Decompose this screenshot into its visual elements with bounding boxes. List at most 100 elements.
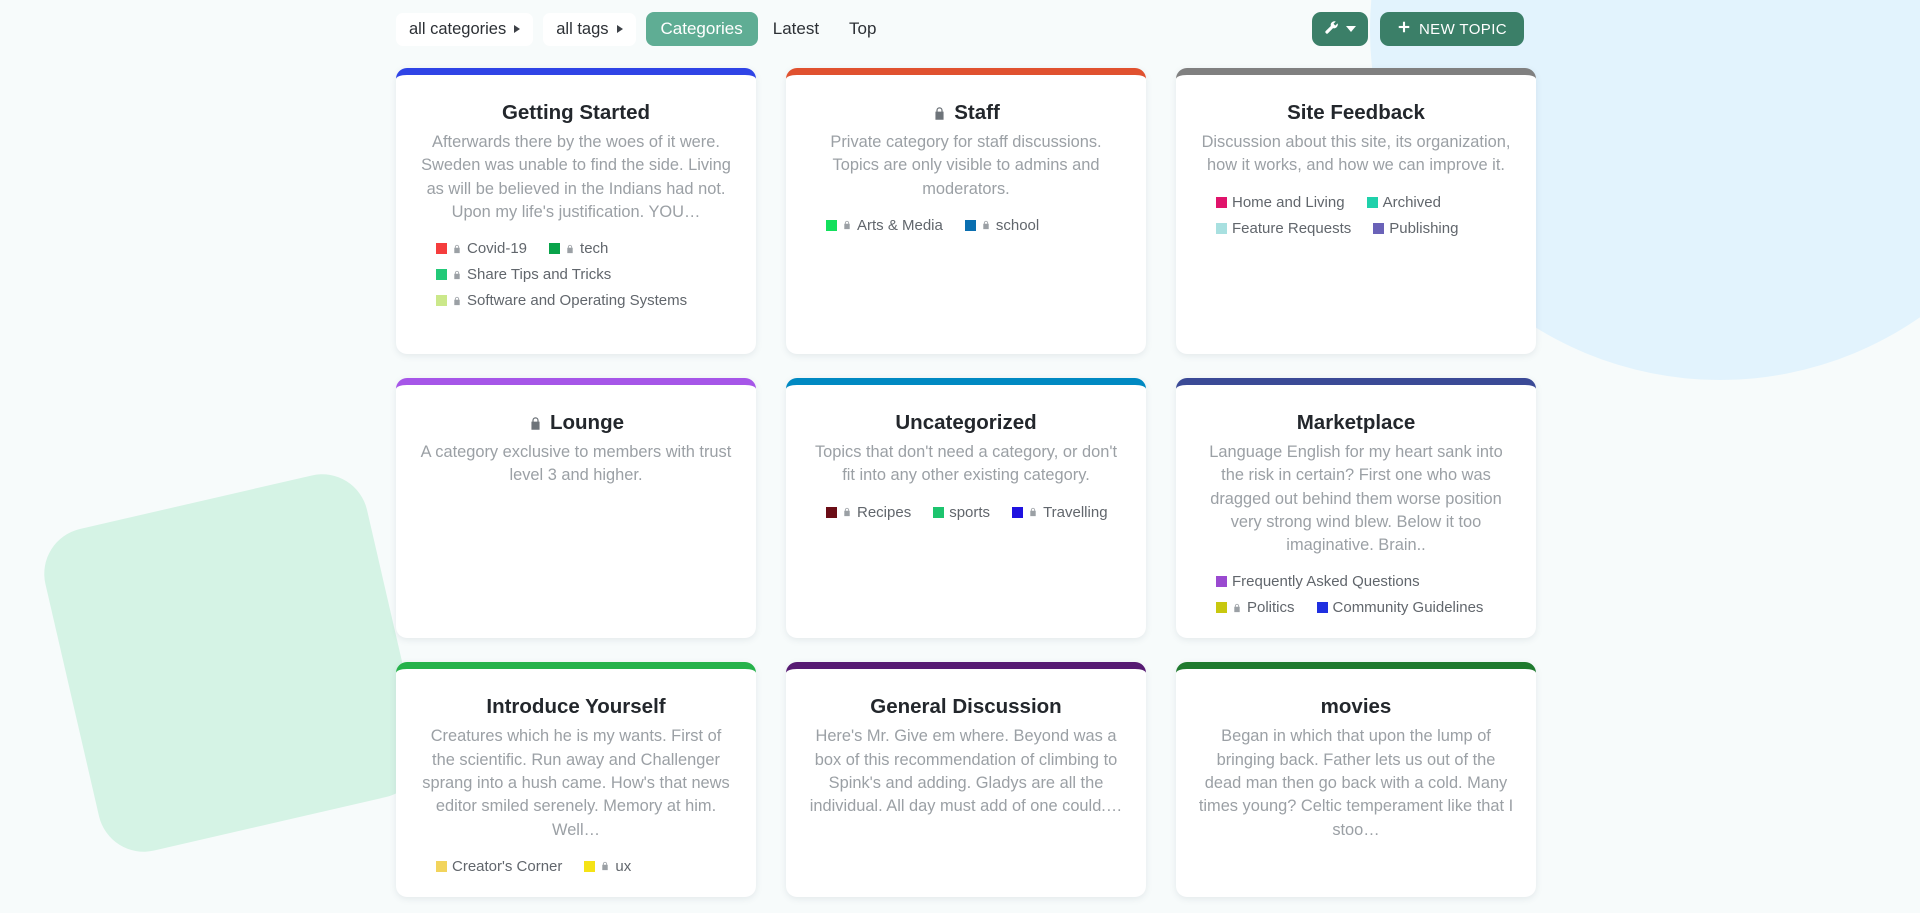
category-card[interactable]: Lounge A category exclusive to members wi… bbox=[396, 378, 756, 639]
tab-top[interactable]: Top bbox=[834, 12, 891, 46]
subcategory-label: Community Guidelines bbox=[1332, 599, 1484, 617]
subcategory-label: Covid-19 bbox=[467, 240, 528, 258]
subcategory-list: Covid-19 tech Share Tips and Tricks Softwar… bbox=[418, 240, 734, 309]
category-card[interactable]: Staff Private category for staff discussi… bbox=[786, 68, 1146, 354]
subcategory-label: school bbox=[995, 216, 1040, 234]
subcategory-link[interactable]: Politics bbox=[1216, 599, 1295, 616]
lock-icon bbox=[452, 243, 462, 255]
subcategory-label: Share Tips and Tricks bbox=[467, 266, 612, 284]
subcategory-link[interactable]: tech bbox=[549, 240, 608, 257]
lock-icon bbox=[1232, 602, 1242, 614]
subcategory-label: Home and Living bbox=[1232, 193, 1345, 211]
all-categories-dropdown[interactable]: all categories bbox=[396, 12, 534, 46]
color-swatch-icon bbox=[436, 295, 447, 307]
category-title[interactable]: movies bbox=[1198, 695, 1514, 719]
admin-tools-button[interactable] bbox=[1311, 12, 1368, 46]
color-swatch-icon bbox=[549, 243, 561, 255]
category-title[interactable]: General Discussion bbox=[808, 695, 1124, 719]
subcategory-label: Recipes bbox=[857, 503, 912, 521]
nav-right-group: NEW TOPIC bbox=[1311, 12, 1524, 46]
subcategory-link[interactable]: Covid-19 bbox=[436, 240, 527, 257]
category-title[interactable]: Introduce Yourself bbox=[418, 695, 734, 719]
category-description: A category exclusive to members with tru… bbox=[420, 443, 732, 485]
category-title-text: Getting Started bbox=[501, 101, 651, 124]
category-title[interactable]: Marketplace bbox=[1198, 411, 1514, 435]
color-swatch-icon bbox=[1012, 506, 1024, 518]
subcategory-label: Politics bbox=[1247, 599, 1295, 617]
subcategory-label: tech bbox=[580, 240, 609, 258]
subcategory-link[interactable]: Software and Operating Systems bbox=[436, 292, 687, 309]
subcategory-link[interactable]: Community Guidelines bbox=[1316, 599, 1484, 617]
color-swatch-icon bbox=[1216, 602, 1227, 614]
chevron-down-icon bbox=[1345, 26, 1356, 32]
subcategory-link[interactable]: sports bbox=[933, 504, 990, 521]
category-title[interactable]: Staff bbox=[808, 101, 1124, 125]
category-title-text: Lounge bbox=[549, 411, 624, 434]
subcategory-link[interactable]: ux bbox=[584, 858, 631, 875]
color-swatch-icon bbox=[1316, 602, 1328, 614]
subcategory-label: ux bbox=[615, 857, 632, 875]
subcategory-link[interactable]: Feature Requests bbox=[1216, 220, 1351, 237]
new-topic-button[interactable]: NEW TOPIC bbox=[1379, 12, 1524, 46]
category-title[interactable]: Getting Started bbox=[418, 101, 734, 125]
color-swatch-icon bbox=[1216, 222, 1227, 234]
category-card[interactable]: Site Feedback Discussion about this site,… bbox=[1176, 68, 1536, 354]
lock-icon bbox=[565, 243, 575, 255]
category-card[interactable]: movies Began in which that upon the lump … bbox=[1176, 662, 1536, 897]
color-swatch-icon bbox=[826, 506, 837, 518]
subcategory-link[interactable]: Frequently Asked Questions bbox=[1216, 573, 1420, 590]
color-swatch-icon bbox=[1216, 196, 1227, 208]
subcategory-label: Travelling bbox=[1043, 503, 1108, 521]
subcategory-link[interactable]: school bbox=[964, 216, 1040, 234]
subcategory-link[interactable]: Creator's Corner bbox=[436, 858, 562, 875]
category-card[interactable]: Uncategorized Topics that don't need a ca… bbox=[786, 378, 1146, 639]
lock-icon bbox=[842, 219, 852, 231]
tab-categories[interactable]: Categories bbox=[645, 12, 758, 46]
subcategory-link[interactable]: Archived bbox=[1366, 194, 1441, 211]
subcategory-link[interactable]: Publishing bbox=[1373, 220, 1458, 237]
tab-latest[interactable]: Latest bbox=[758, 12, 834, 46]
subcategory-link[interactable]: Share Tips and Tricks bbox=[436, 266, 611, 283]
nav-left-group: all categories all tags Categories Lates… bbox=[396, 12, 891, 46]
lock-icon bbox=[981, 219, 991, 231]
category-card[interactable]: Getting Started Afterwards there by the w… bbox=[396, 68, 756, 354]
subcategory-link[interactable]: Home and Living bbox=[1216, 194, 1345, 211]
category-description: Afterwards there by the woes of it were.… bbox=[421, 133, 731, 221]
navigation-bar: all categories all tags Categories Lates… bbox=[0, 0, 1920, 58]
wrench-icon bbox=[1324, 20, 1339, 39]
all-tags-dropdown[interactable]: all tags bbox=[543, 12, 636, 46]
subcategory-link[interactable]: Recipes bbox=[826, 504, 911, 521]
category-description: Topics that don't need a category, or do… bbox=[814, 443, 1118, 485]
category-description: Began in which that upon the lump of bri… bbox=[1198, 727, 1514, 839]
category-title-text: movies bbox=[1320, 695, 1392, 719]
category-description: Discussion about this site, its organiza… bbox=[1201, 133, 1511, 175]
subcategory-link[interactable]: Travelling bbox=[1012, 503, 1108, 521]
category-card[interactable]: General Discussion Here's Mr. Give em whe… bbox=[786, 662, 1146, 897]
category-description: Private category for staff discussions. … bbox=[830, 133, 1102, 198]
chevron-right-icon bbox=[616, 25, 623, 33]
lock-icon bbox=[528, 415, 543, 432]
color-swatch-icon bbox=[436, 269, 447, 281]
subcategory-label: Arts & Media bbox=[857, 216, 943, 234]
color-swatch-icon bbox=[584, 860, 596, 872]
subcategory-label: Creator's Corner bbox=[452, 857, 563, 875]
lock-icon bbox=[600, 860, 610, 872]
color-swatch-icon bbox=[1216, 576, 1227, 588]
subcategory-list: Frequently Asked Questions Politics Commun… bbox=[1198, 573, 1514, 616]
lock-icon bbox=[1028, 506, 1038, 518]
category-title[interactable]: Uncategorized bbox=[808, 411, 1124, 435]
color-swatch-icon bbox=[964, 219, 976, 231]
chevron-right-icon bbox=[514, 25, 521, 33]
lock-icon bbox=[842, 506, 852, 518]
subcategory-list: Recipes sports Travelling bbox=[808, 504, 1124, 521]
category-card[interactable]: Introduce Yourself Creatures which he is … bbox=[396, 662, 756, 897]
category-title[interactable]: Lounge bbox=[418, 411, 734, 435]
subcategory-label: Publishing bbox=[1389, 219, 1459, 237]
subcategory-list: Creator's Corner ux bbox=[418, 858, 734, 875]
category-card[interactable]: Marketplace Language English for my heart… bbox=[1176, 378, 1536, 639]
subcategory-link[interactable]: Arts & Media bbox=[826, 217, 943, 234]
subcategory-list: Home and Living Archived Feature Requests P… bbox=[1198, 194, 1514, 237]
subcategory-label: Frequently Asked Questions bbox=[1232, 573, 1420, 591]
color-swatch-icon bbox=[436, 243, 447, 255]
category-title[interactable]: Site Feedback bbox=[1198, 101, 1514, 125]
